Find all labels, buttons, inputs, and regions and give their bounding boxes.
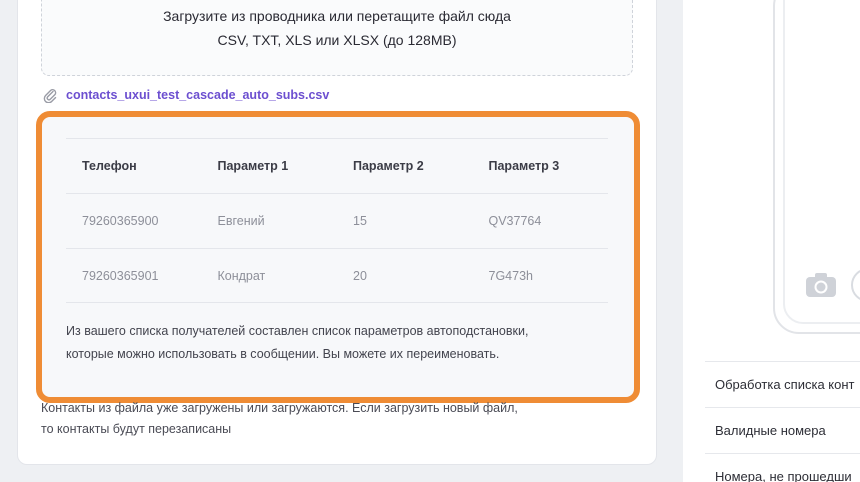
- file-dropzone[interactable]: Загрузите из проводника или перетащите ф…: [41, 0, 633, 76]
- table-cell: 20: [353, 268, 367, 283]
- stats-list: Обработка списка конт Валидные номера Но…: [705, 361, 860, 482]
- camera-icon[interactable]: [805, 272, 837, 298]
- overwrite-warning: Контакты из файла уже загружены или загр…: [41, 398, 601, 440]
- column-header: Параметр 3: [488, 159, 560, 173]
- column-header: Параметр 1: [217, 159, 289, 173]
- uploaded-file: contacts_uxui_test_cascade_auto_subs.csv: [42, 86, 329, 104]
- stats-item-valid[interactable]: Валидные номера: [705, 407, 860, 453]
- table-cell: Кондрат: [217, 268, 266, 283]
- parameters-preview: Телефон Параметр 1 Параметр 2 Параметр 3…: [36, 111, 640, 403]
- table-cell: Евгений: [217, 214, 265, 228]
- paperclip-icon: [42, 87, 58, 103]
- warning-line: Контакты из файла уже загружены или загр…: [41, 401, 518, 415]
- table-row: 79260365900 Евгений 15 QV37764: [66, 193, 608, 248]
- table-cell: 79260365901: [82, 268, 159, 283]
- preview-table: Телефон Параметр 1 Параметр 2 Параметр 3…: [66, 138, 608, 303]
- file-name-link[interactable]: contacts_uxui_test_cascade_auto_subs.csv: [66, 88, 329, 102]
- table-cell: 79260365900: [82, 214, 159, 228]
- dropzone-instruction: Загрузите из проводника или перетащите ф…: [163, 8, 511, 24]
- table-header: Телефон Параметр 1 Параметр 2 Параметр 3: [66, 138, 608, 193]
- stats-item-failed[interactable]: Номера, не прошедши: [705, 453, 860, 482]
- table-cell: QV37764: [488, 214, 542, 228]
- note-line: Из вашего списка получателей составлен с…: [66, 324, 529, 338]
- warning-line: то контакты будут перезаписаны: [41, 422, 232, 436]
- column-header: Телефон: [82, 159, 137, 173]
- column-header: Параметр 2: [353, 159, 424, 173]
- table-row: 79260365901 Кондрат 20 7G473h: [66, 248, 608, 303]
- note-line: которые можно использовать в сообщении. …: [66, 347, 500, 361]
- table-cell: 15: [353, 214, 367, 228]
- table-cell: 7G473h: [488, 268, 533, 283]
- stats-item-processing[interactable]: Обработка списка конт: [705, 361, 860, 407]
- dropzone-formats: CSV, TXT, XLS или XLSX (до 128MB): [217, 32, 457, 48]
- parameters-note: Из вашего списка получателей составлен с…: [66, 320, 606, 366]
